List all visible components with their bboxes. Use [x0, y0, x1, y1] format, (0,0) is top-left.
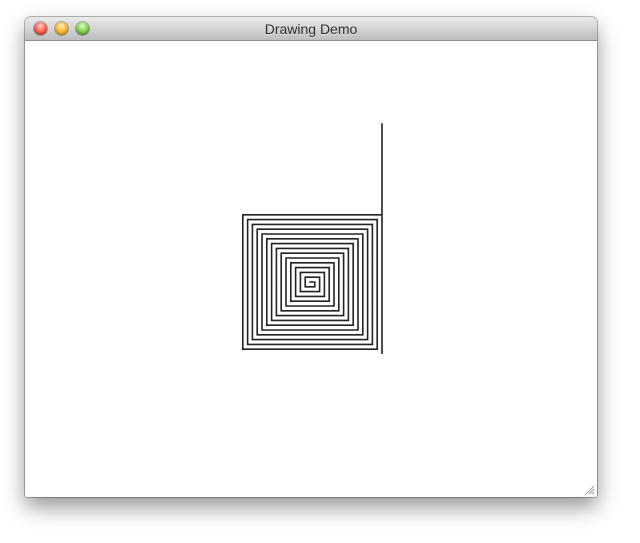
window-title: Drawing Demo	[264, 21, 358, 37]
spiral-drawing	[242, 123, 383, 354]
drawing-canvas-area	[25, 41, 597, 497]
drawing-demo-window: Drawing Demo	[25, 17, 597, 497]
resize-grip-icon[interactable]	[583, 483, 595, 495]
title-bar[interactable]: Drawing Demo	[25, 17, 597, 41]
square-spiral-path	[242, 123, 383, 354]
